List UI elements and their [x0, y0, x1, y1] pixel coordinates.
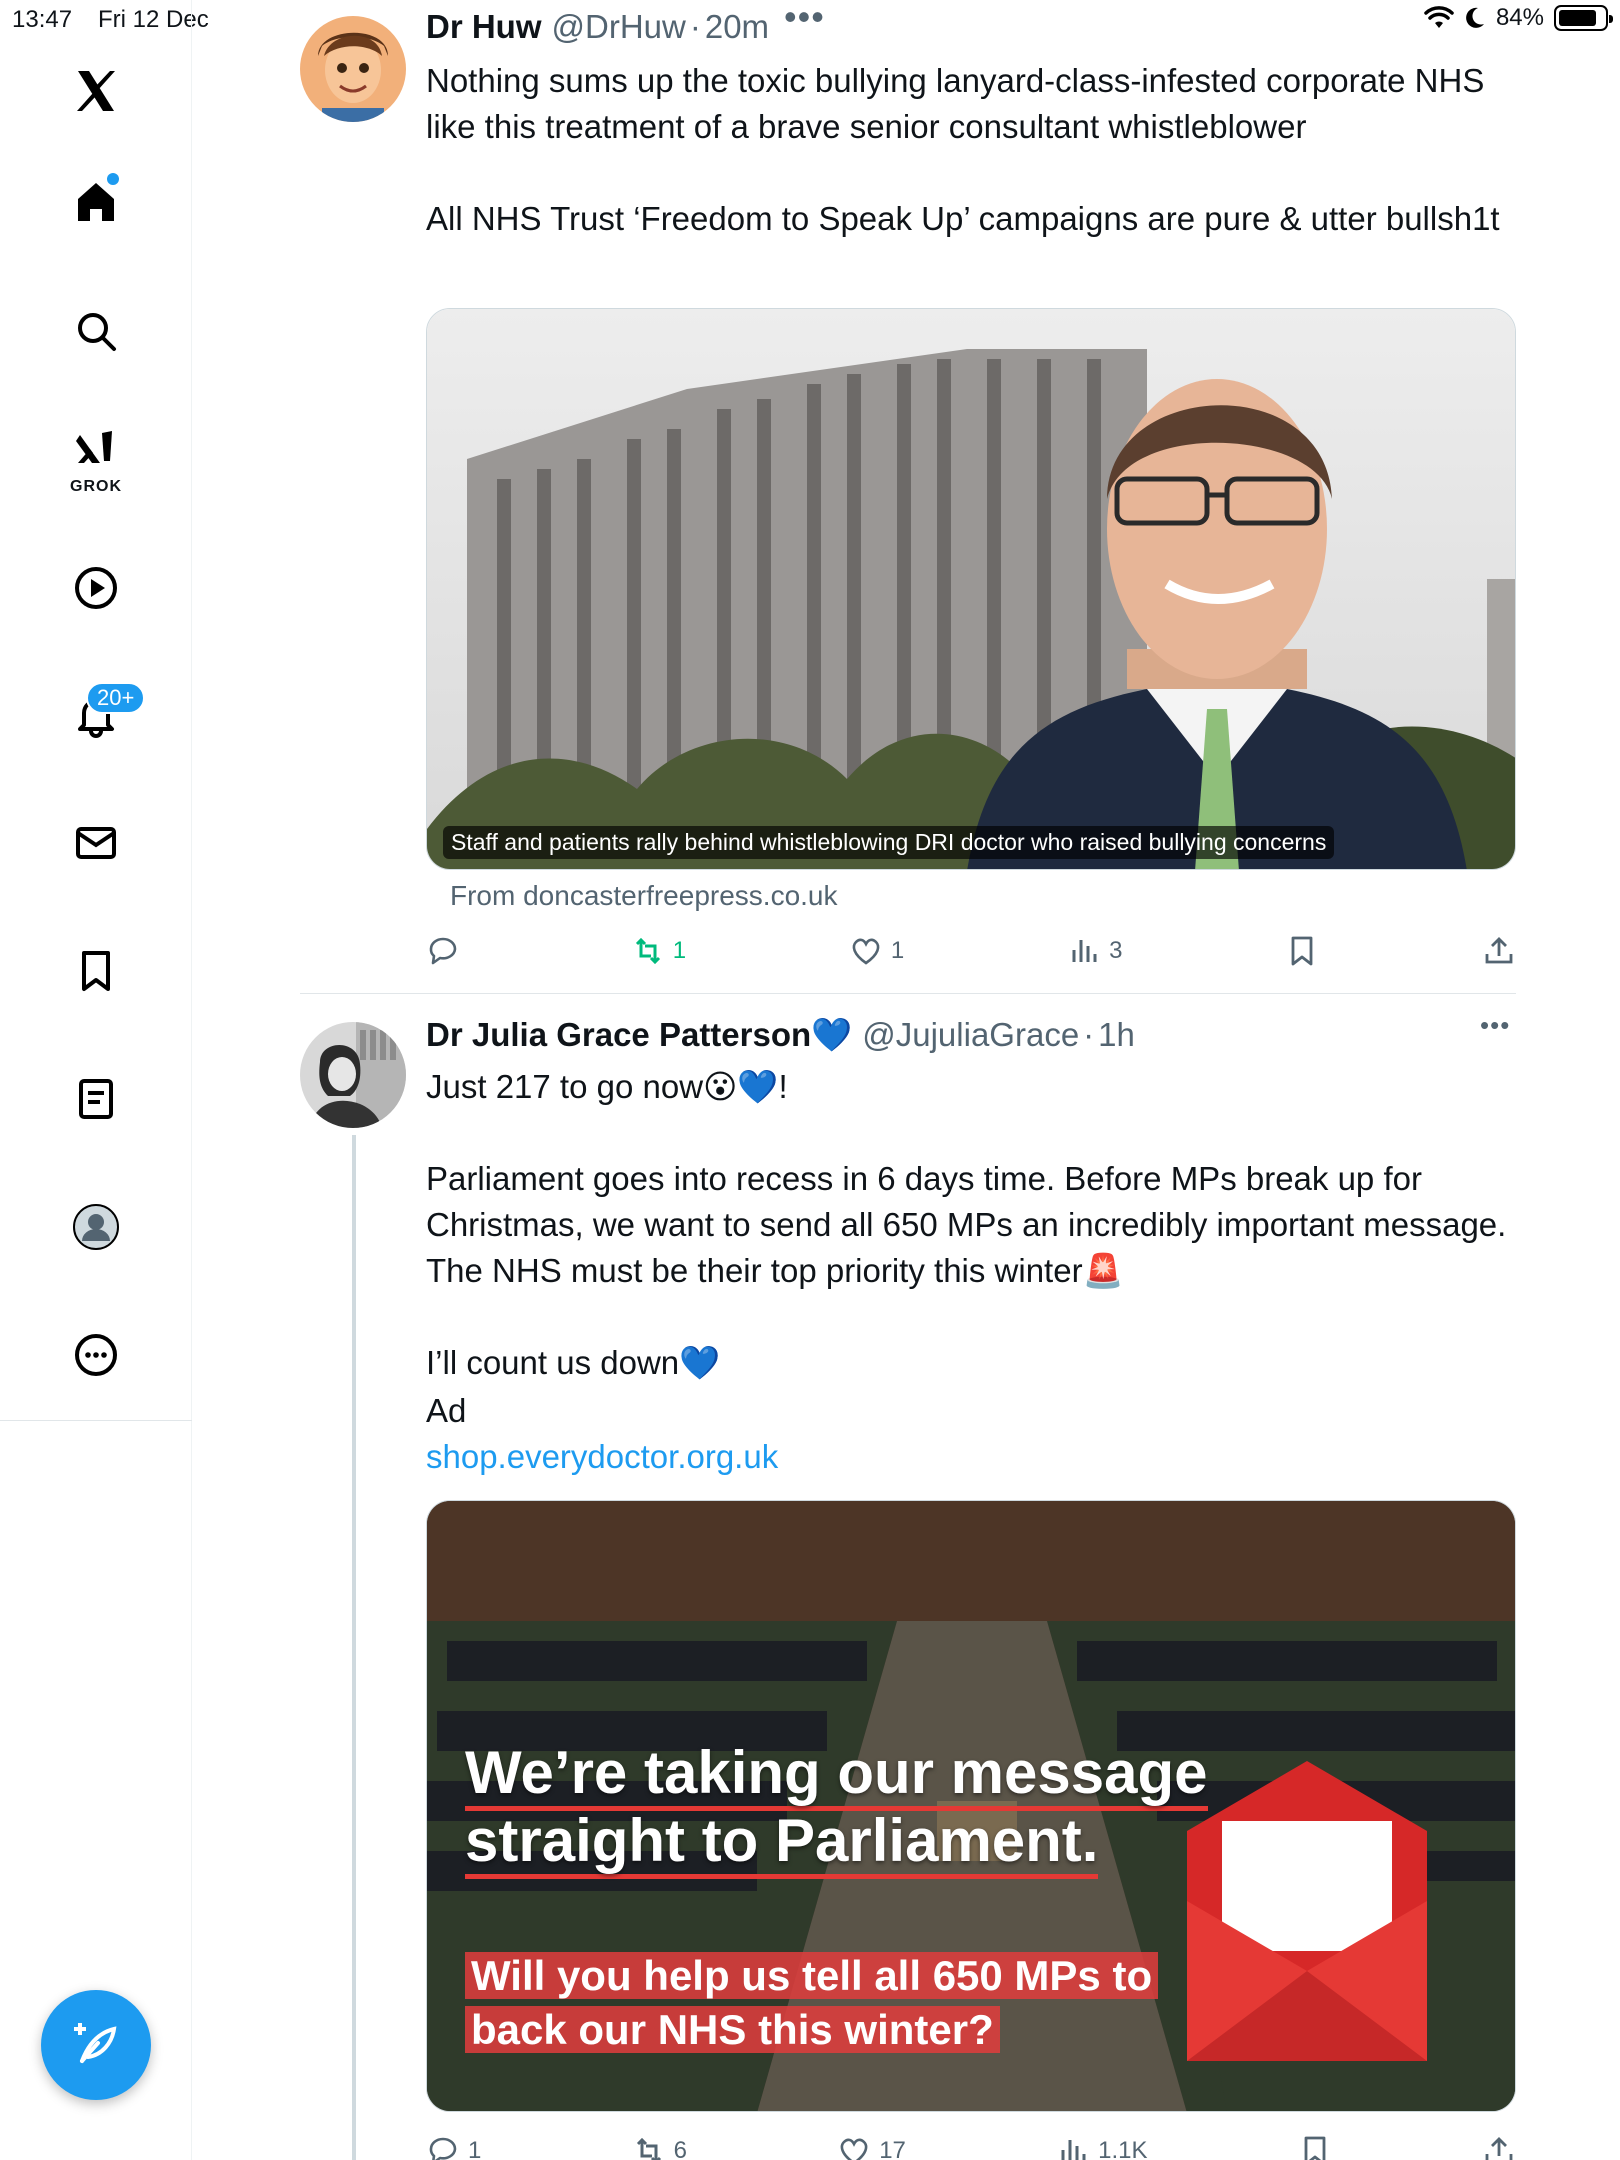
more-options-icon[interactable]: ••• [1480, 1010, 1510, 1041]
author-name[interactable]: Dr Julia Grace Patterson [426, 1016, 811, 1054]
ad-headline-line-1: We’re taking our message [465, 1739, 1208, 1811]
author-avatar[interactable] [300, 16, 406, 122]
sidebar-divider [0, 1420, 192, 1421]
bookmarks-icon[interactable] [63, 938, 129, 1004]
separator-dot: · [1083, 1016, 1095, 1053]
views-count: 1.1K [1098, 2137, 1148, 2160]
reply-button[interactable] [426, 934, 468, 968]
more-options-icon[interactable] [63, 1322, 129, 1388]
tweet-header: Dr Huw @DrHuw · 20m [426, 8, 769, 46]
repost-icon [636, 2137, 661, 2160]
grok-icon[interactable] [63, 418, 129, 484]
tweet-text: Just 217 to go now😮💙! Parliament goes in… [426, 1068, 1507, 1381]
grok-label: GROK [70, 478, 122, 495]
compose-post-button[interactable] [41, 1990, 151, 2100]
ad-subline-text: Will you help us tell all 650 MPs to bac… [465, 1952, 1159, 2053]
post-time[interactable]: 20m [705, 8, 769, 46]
ad-link[interactable]: shop.everydoctor.org.uk [426, 1438, 778, 1476]
link-card-caption: Staff and patients rally behind whistleb… [443, 826, 1335, 859]
heart-icon [852, 938, 880, 965]
repost-button[interactable]: 6 [632, 2134, 687, 2160]
more-options-icon[interactable]: ••• [784, 0, 825, 38]
tweet-actions: 1 6 17 1.1K [426, 2134, 1516, 2160]
home-icon[interactable] [63, 168, 129, 234]
tweet-actions: 1 1 3 [426, 934, 1516, 968]
views-count: 3 [1109, 937, 1123, 964]
views-bar-chart-icon [1061, 2140, 1086, 2160]
battery-icon [1554, 5, 1613, 31]
profile-avatar-icon[interactable] [63, 1194, 129, 1260]
author-handle[interactable]: @DrHuw [552, 8, 686, 46]
reply-button[interactable]: 1 [426, 2134, 481, 2160]
like-count: 1 [890, 937, 905, 964]
views-bar-chart-icon [1072, 940, 1097, 962]
reply-icon [429, 2137, 457, 2160]
ad-subline: Will you help us tell all 650 MPs to bac… [465, 1949, 1165, 2057]
repost-icon [635, 937, 660, 965]
like-button[interactable]: 1 [849, 934, 904, 968]
author-avatar[interactable] [300, 1022, 406, 1128]
share-icon [1485, 937, 1513, 964]
repost-count: 6 [673, 2137, 687, 2160]
separator-dot: · [689, 8, 701, 45]
article-photo [427, 309, 1515, 869]
author-handle[interactable]: @JujuliaGrace [862, 1016, 1079, 1054]
bookmark-icon [1304, 2136, 1326, 2160]
reply-count: 1 [468, 2137, 482, 2160]
bookmark-button[interactable] [1285, 934, 1319, 968]
share-button[interactable] [1482, 2134, 1516, 2160]
author-name[interactable]: Dr Huw [426, 8, 542, 46]
repost-button[interactable]: 1 [631, 934, 686, 968]
views-button[interactable]: 3 [1067, 934, 1122, 968]
ad-headline: We’re taking our message straight to Par… [465, 1739, 1208, 1879]
blue-heart-emoji: 💙 [811, 1016, 853, 1053]
tweet[interactable]: Dr Huw @DrHuw · 20m ••• Nothing sums up … [300, 0, 1516, 993]
ad-image[interactable]: We’re taking our message straight to Par… [426, 1500, 1516, 2112]
like-count: 17 [879, 2137, 906, 2160]
sidebar-nav: GROK 20+ [0, 0, 192, 2160]
tweet[interactable]: Dr Julia Grace Patterson 💙 @JujuliaGrace… [300, 994, 1516, 2160]
ad-label: Ad [426, 1392, 467, 1429]
share-button[interactable] [1482, 934, 1516, 968]
messages-envelope-icon[interactable] [63, 810, 129, 876]
tweet-text: Nothing sums up the toxic bullying lanya… [426, 62, 1500, 237]
bookmark-button[interactable] [1298, 2134, 1332, 2160]
reply-icon [429, 937, 457, 965]
x-logo-icon[interactable] [63, 58, 129, 124]
share-icon [1485, 2137, 1513, 2160]
ad-headline-line-2: straight to Parliament. [465, 1807, 1099, 1879]
link-card-source[interactable]: From doncasterfreepress.co.uk [450, 880, 838, 912]
heart-icon [840, 2138, 868, 2160]
home-unread-dot [107, 173, 119, 185]
like-button[interactable]: 17 [837, 2134, 906, 2160]
compose-feather-icon [74, 2023, 117, 2063]
link-card-image[interactable]: Staff and patients rally behind whistleb… [426, 308, 1516, 870]
video-play-icon[interactable] [63, 555, 129, 621]
bookmark-icon [1291, 936, 1313, 966]
tweet-header: Dr Julia Grace Patterson 💙 @JujuliaGrace… [426, 1016, 1135, 1055]
lists-icon[interactable] [63, 1066, 129, 1132]
search-icon[interactable] [63, 298, 129, 364]
views-button[interactable]: 1.1K [1056, 2134, 1148, 2160]
notifications-badge: 20+ [86, 682, 146, 714]
post-time[interactable]: 1h [1098, 1016, 1135, 1054]
repost-count: 1 [672, 937, 687, 964]
